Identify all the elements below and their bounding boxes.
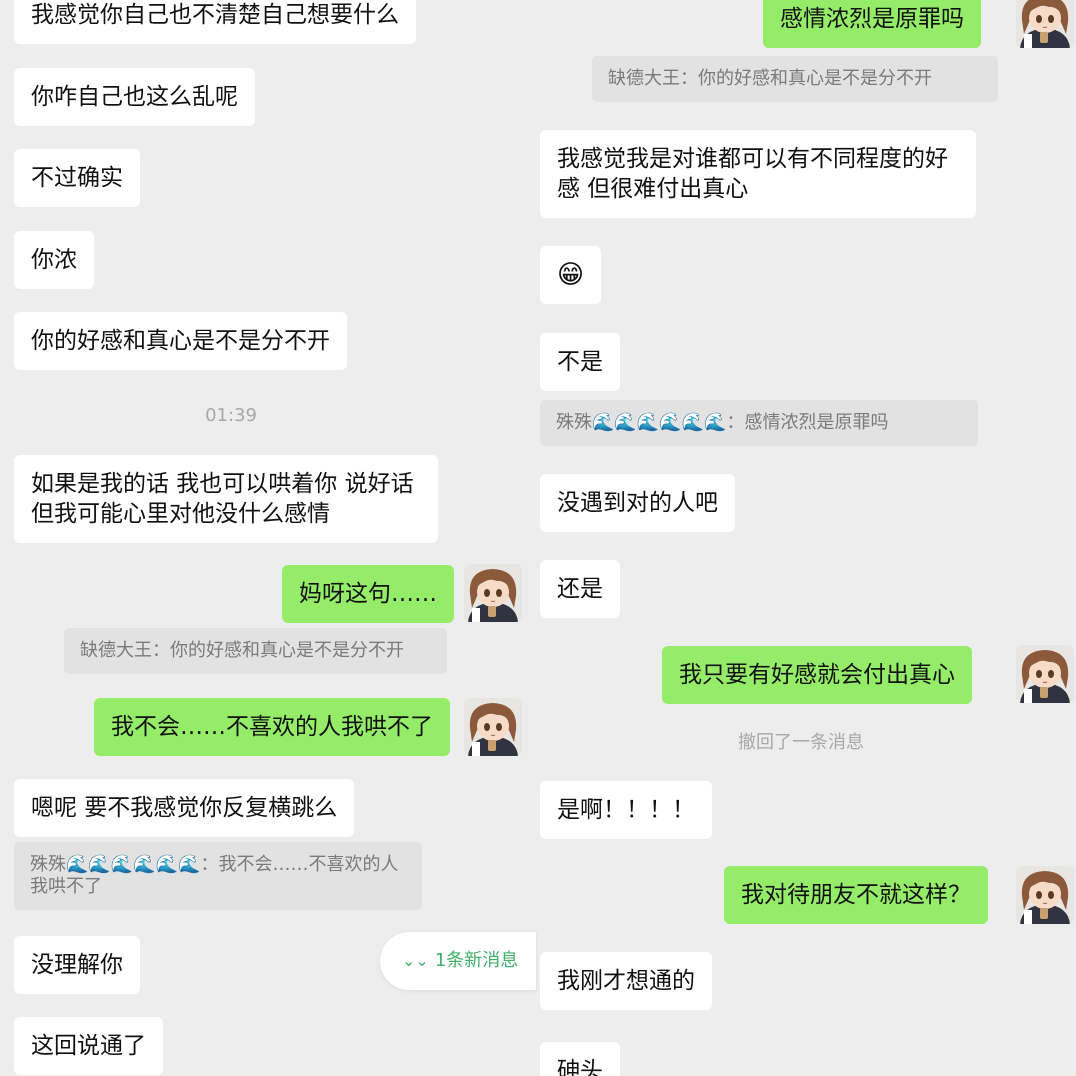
sent-message-bubble[interactable]: 我对待朋友不就这样？	[724, 866, 988, 924]
left-chat-column: 我感觉你自己也不清楚自己想要什么 你咋自己也这么乱呢 不过确实 你浓 你的好感和…	[0, 0, 538, 1076]
message-bubble[interactable]: 我感觉你自己也不清楚自己想要什么	[14, 0, 416, 44]
quoted-message[interactable]: 殊殊🌊🌊🌊🌊🌊🌊：感情浓烈是原罪吗	[540, 400, 978, 446]
avatar[interactable]	[1016, 866, 1074, 924]
message-bubble[interactable]: 你浓	[14, 231, 94, 289]
sent-message-bubble[interactable]: 我只要有好感就会付出真心	[662, 646, 972, 704]
message-bubble[interactable]: 嗯呢 要不我感觉你反复横跳么	[14, 779, 355, 837]
message-bubble[interactable]: 我刚才想通的	[540, 952, 712, 1010]
quoted-message[interactable]: 缺德大王：你的好感和真心是不是分不开	[592, 56, 998, 102]
sent-message-bubble[interactable]: 感情浓烈是原罪吗	[763, 0, 981, 48]
avatar[interactable]	[464, 698, 522, 756]
avatar[interactable]	[1016, 0, 1074, 48]
sent-message-bubble[interactable]: 妈呀这句……	[282, 565, 454, 623]
message-bubble[interactable]: 如果是我的话 我也可以哄着你 说好话 但我可能心里对他没什么感情	[14, 455, 438, 543]
message-bubble[interactable]: 不过确实	[14, 149, 140, 207]
message-bubble[interactable]: 还是	[540, 560, 620, 618]
message-bubble[interactable]: 没理解你	[14, 936, 140, 994]
avatar[interactable]	[464, 564, 522, 622]
new-messages-button[interactable]: ⌄⌄ 1条新消息	[380, 932, 537, 990]
message-bubble[interactable]: 没遇到对的人吧	[540, 474, 735, 532]
avatar[interactable]	[1016, 645, 1074, 703]
sent-message-bubble[interactable]: 我不会……不喜欢的人我哄不了	[94, 698, 450, 756]
emoji-message[interactable]: 😁	[540, 246, 602, 304]
quoted-message[interactable]: 缺德大王：你的好感和真心是不是分不开	[64, 628, 447, 674]
message-bubble[interactable]: 这回说通了	[14, 1017, 163, 1075]
timestamp: 01:39	[205, 405, 257, 426]
right-chat-column: 感情浓烈是原罪吗 缺德大王：你的好感和真心是不是分不开 我感觉我是对谁都可以有不…	[538, 0, 1076, 1076]
message-bubble[interactable]: 你咋自己也这么乱呢	[14, 68, 255, 126]
message-bubble[interactable]: 你的好感和真心是不是分不开	[14, 312, 347, 370]
message-bubble[interactable]: 不是	[540, 333, 620, 391]
message-bubble[interactable]: 砷头	[540, 1042, 620, 1076]
recall-notice: 撤回了一条消息	[738, 732, 864, 753]
double-chevron-down-icon: ⌄⌄	[402, 951, 429, 970]
new-messages-label: 1条新消息	[434, 950, 519, 971]
message-bubble[interactable]: 我感觉我是对谁都可以有不同程度的好感 但很难付出真心	[540, 130, 976, 218]
quoted-message[interactable]: 殊殊🌊🌊🌊🌊🌊🌊：我不会……不喜欢的人我哄不了	[14, 842, 422, 910]
message-bubble[interactable]: 是啊！！！！	[540, 781, 712, 839]
